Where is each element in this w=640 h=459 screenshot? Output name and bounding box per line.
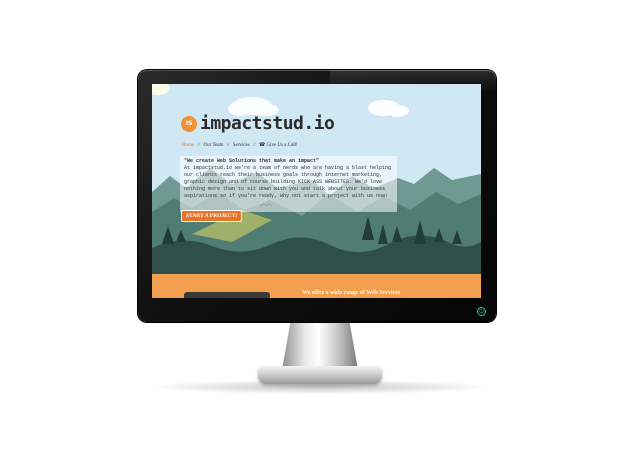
nav-separator: // — [197, 143, 201, 148]
nav-services[interactable]: Services — [233, 143, 250, 148]
logo-text: impactstud.io — [200, 113, 335, 134]
power-icon[interactable]: ⏻ — [477, 307, 486, 316]
hero-body: At impactstud.io we're a team of nerds w… — [184, 165, 392, 199]
nav-call[interactable]: ☎ Give Us a Call! — [259, 143, 298, 148]
logo-badge-icon: IS — [181, 115, 197, 132]
monitor-stand-base — [258, 366, 382, 384]
nav-separator: // — [252, 143, 256, 148]
nav-separator: // — [226, 143, 230, 148]
website-screen: IS impactstud.io Home // Our Team // Ser… — [152, 84, 481, 298]
nav-home[interactable]: Home — [182, 143, 194, 148]
main-nav: Home // Our Team // Services // ☎ Give U… — [182, 142, 298, 148]
hero-intro: "We create Web Solutions that make an im… — [180, 156, 397, 212]
services-heading: We offer a wide range of Web Services — [302, 290, 401, 296]
site-logo[interactable]: IS impactstud.io — [181, 113, 335, 134]
nav-our-team[interactable]: Our Team — [204, 143, 224, 148]
services-tab[interactable] — [184, 292, 270, 298]
start-project-button[interactable]: START A PROJECT! — [182, 211, 242, 221]
phone-icon: ☎ — [259, 143, 266, 148]
hero-headline: "We create Web Solutions that make an im… — [184, 158, 320, 164]
monitor-stand-neck — [282, 318, 358, 370]
nav-call-label: Give Us a Call! — [266, 143, 298, 148]
